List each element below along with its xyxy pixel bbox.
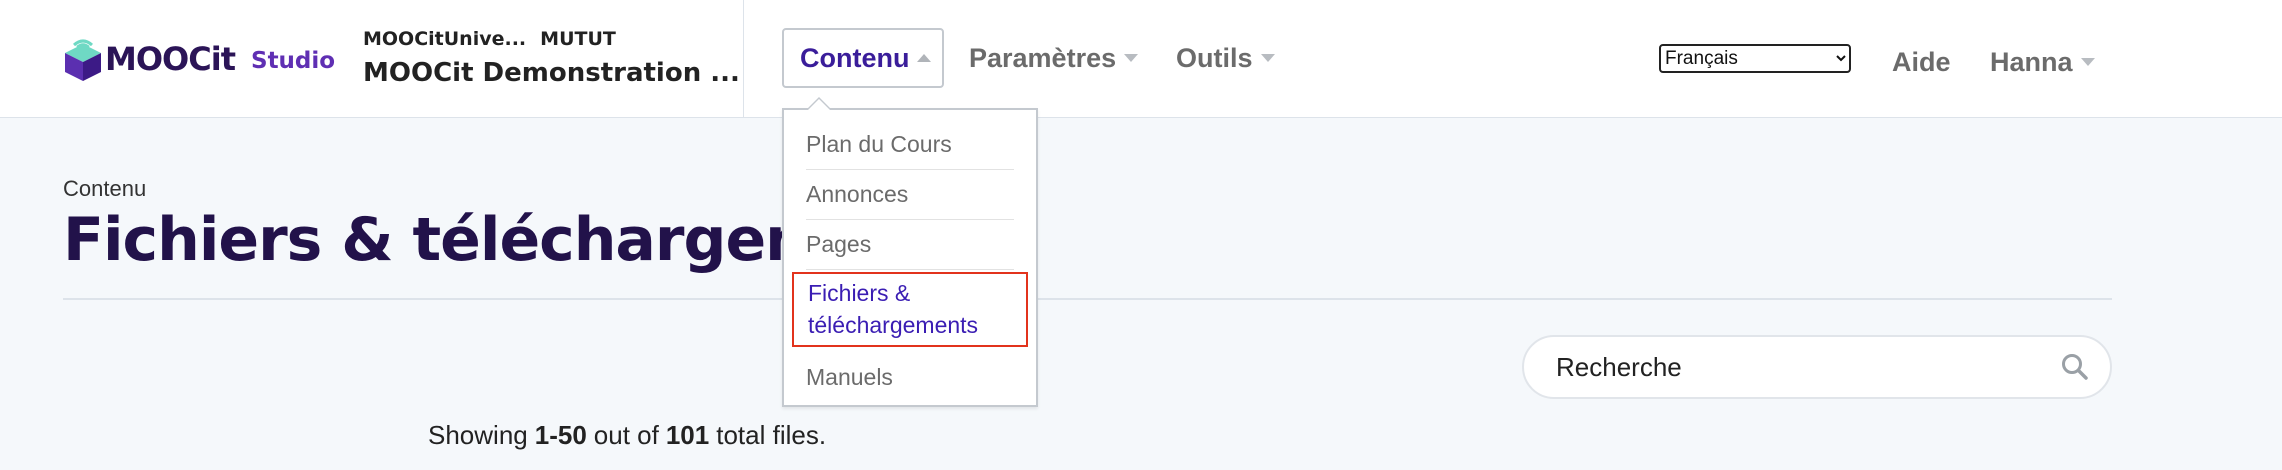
nav-content-menu[interactable]: Contenu [782, 28, 944, 88]
user-name: Hanna [1990, 46, 2073, 77]
dropdown-item-pages[interactable]: Pages [806, 220, 1014, 270]
course-info[interactable]: MOOCitUnive... MUTUT MOOCit Demonstratio… [363, 28, 740, 88]
title-divider [63, 298, 2112, 300]
pagination-suffix: total files. [716, 420, 827, 450]
pagination-summary: Showing 1-50 out of 101 total files. [428, 420, 826, 451]
caret-down-icon [2080, 58, 2095, 66]
header-divider [743, 0, 744, 118]
caret-down-icon [1260, 54, 1275, 62]
studio-logo[interactable]: MOOCit Studio [63, 36, 335, 82]
nav-settings-label: Paramètres [969, 42, 1117, 73]
course-org: MOOCitUnive... [363, 28, 527, 50]
nav-tools-menu[interactable]: Outils [1176, 28, 1275, 88]
course-org-row: MOOCitUnive... MUTUT [363, 28, 740, 50]
logo-text: MOOCit [105, 40, 236, 78]
language-select[interactable]: Français [1659, 44, 1851, 73]
moocit-cube-icon [65, 39, 101, 81]
pagination-prefix: Showing [428, 420, 528, 450]
search-box [1522, 335, 2112, 399]
nav-content-label: Contenu [800, 42, 910, 73]
nav-tools-label: Outils [1176, 42, 1253, 73]
dropdown-arrow [806, 97, 832, 110]
dropdown-item-outline[interactable]: Plan du Cours [806, 120, 1014, 170]
logo-studio-label: Studio [251, 48, 336, 74]
search-icon[interactable] [2060, 352, 2090, 382]
pagination-middle: out of [593, 420, 659, 450]
caret-down-icon [1124, 54, 1139, 62]
breadcrumb: Contenu [63, 176, 147, 201]
course-title: MOOCit Demonstration ... [363, 58, 740, 88]
caret-up-icon [917, 54, 932, 62]
dropdown-item-updates[interactable]: Annonces [806, 170, 1014, 220]
pagination-total: 101 [665, 420, 710, 450]
user-menu[interactable]: Hanna [1990, 32, 2095, 92]
dropdown-item-textbooks[interactable]: Manuels [806, 353, 1014, 402]
header: MOOCit Studio MOOCitUnive... MUTUT MOOCi… [0, 0, 2282, 118]
help-label: Aide [1892, 46, 1951, 77]
content-dropdown: Plan du Cours Annonces Pages Fichiers & … [782, 97, 1038, 407]
pagination-range: 1-50 [534, 420, 587, 450]
help-link[interactable]: Aide [1892, 32, 1951, 92]
dropdown-item-files-uploads[interactable]: Fichiers & téléchargements [792, 272, 1028, 347]
search-input[interactable] [1556, 351, 2060, 383]
nav-settings-menu[interactable]: Paramètres [969, 28, 1139, 88]
course-number: MUTUT [540, 28, 616, 50]
